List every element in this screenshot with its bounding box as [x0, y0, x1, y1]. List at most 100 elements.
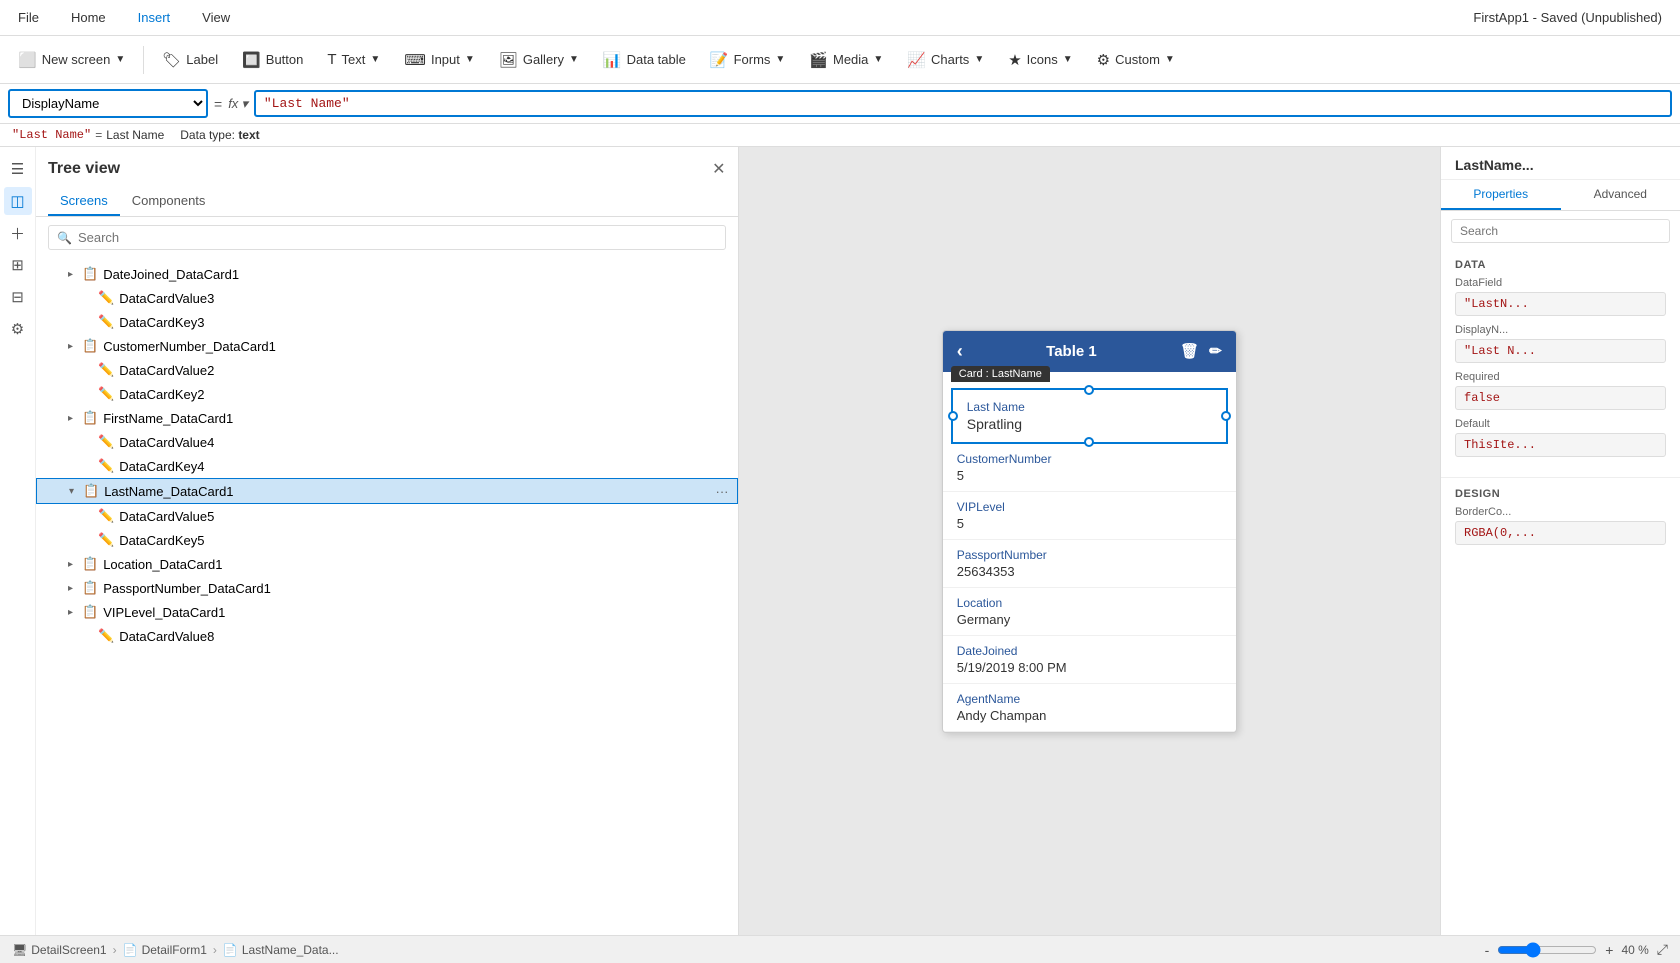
canvas-field-customernumber: CustomerNumber 5 — [943, 444, 1236, 492]
tree-item-datacardvalue4[interactable]: ✏️ DataCardValue4 — [36, 430, 738, 454]
tree-tab-screens[interactable]: Screens — [48, 187, 120, 216]
charts-icon: 📈 — [907, 51, 926, 69]
variables-icon[interactable]: ⊟ — [4, 283, 32, 311]
edit-icon[interactable]: ✏ — [1209, 342, 1222, 360]
canvas-area[interactable]: ‹ Table 1 🗑 ✏ Card : LastName Last Name … — [739, 147, 1441, 935]
breadcrumb-item-1[interactable]: 📄DetailForm1 — [123, 943, 207, 957]
selected-card[interactable]: Last Name Spratling — [951, 388, 1228, 444]
formula-fx-indicator: fx ▾ — [228, 96, 248, 112]
field-label: AgentName — [957, 692, 1222, 706]
tree-item-customernumber[interactable]: ▸ 📋 CustomerNumber_DataCard1 — [36, 334, 738, 358]
resize-handle-bottom[interactable] — [1084, 437, 1094, 447]
tree-item-datacardkey2[interactable]: ✏️ DataCardKey2 — [36, 382, 738, 406]
resize-handle-top[interactable] — [1084, 385, 1094, 395]
settings-icon[interactable]: ⚙ — [4, 315, 32, 343]
breadcrumb-label: DetailScreen1 — [31, 943, 106, 957]
toolbar-separator-1 — [143, 46, 144, 74]
gallery-button[interactable]: 🖼 Gallery ▼ — [489, 45, 589, 75]
resize-handle-right[interactable] — [1221, 411, 1231, 421]
card-wrapper: Card : LastName Last Name Spratling — [951, 388, 1228, 444]
tree-toggle[interactable]: ▸ — [68, 269, 82, 280]
data-table-button[interactable]: 📊 Data table — [593, 45, 696, 75]
tree-tabs: Screens Components — [36, 187, 738, 217]
canvas-field-viplevel: VIPLevel 5 — [943, 492, 1236, 540]
forms-dropdown-arrow: ▼ — [775, 54, 785, 65]
menu-file[interactable]: File — [12, 6, 45, 29]
menu-insert[interactable]: Insert — [132, 6, 177, 29]
tree-item-lastname[interactable]: ▾ 📋 LastName_DataCard1 ··· — [36, 478, 738, 504]
tree-item-datacardvalue5[interactable]: ✏️ DataCardValue5 — [36, 504, 738, 528]
tree-toggle[interactable]: ▸ — [68, 341, 82, 352]
label-button[interactable]: 🏷 Label — [152, 45, 228, 75]
breadcrumb-separator: › — [113, 943, 117, 957]
hint-code-item: "Last Name" = Last Name — [12, 128, 164, 142]
back-icon[interactable]: ‹ — [957, 341, 963, 362]
button-icon: 🔲 — [242, 51, 261, 69]
right-tab-advanced[interactable]: Advanced — [1561, 180, 1680, 210]
resize-handle-left[interactable] — [948, 411, 958, 421]
custom-button[interactable]: ⚙ Custom ▼ — [1087, 45, 1185, 75]
tree-item-passportnumber[interactable]: ▸ 📋 PassportNumber_DataCard1 — [36, 576, 738, 600]
tree-item-icon: ✏️ — [98, 290, 114, 306]
breadcrumb-label: LastName_Data... — [242, 943, 339, 957]
charts-button[interactable]: 📈 Charts ▼ — [897, 45, 994, 75]
text-button[interactable]: T Text ▼ — [317, 45, 390, 74]
tree-item-viplevel[interactable]: ▸ 📋 VIPLevel_DataCard1 — [36, 600, 738, 624]
right-panel-search-input[interactable] — [1451, 219, 1670, 243]
plus-icon[interactable]: ＋ — [4, 219, 32, 247]
tree-toggle[interactable]: ▾ — [69, 486, 83, 497]
tree-tab-components[interactable]: Components — [120, 187, 218, 216]
hint-code: "Last Name" — [12, 128, 91, 142]
new-screen-button[interactable]: ⬜ New screen ▼ — [8, 45, 135, 75]
layers-icon[interactable]: ◫ — [4, 187, 32, 215]
selected-field-value: Spratling — [967, 416, 1212, 432]
right-design-fields: BorderCo... RGBA(0,... — [1455, 506, 1666, 545]
tree-item-datacardvalue8[interactable]: ✏️ DataCardValue8 — [36, 624, 738, 648]
forms-button[interactable]: 📝 Forms ▼ — [700, 45, 795, 75]
right-field-displayn...: DisplayN... "Last N... — [1455, 324, 1666, 363]
breadcrumb-item-0[interactable]: 🖥DetailScreen1 — [12, 943, 107, 957]
fullscreen-button[interactable]: ⤢ — [1657, 941, 1668, 958]
zoom-in-button[interactable]: + — [1605, 942, 1613, 958]
tree-item-datacardkey5[interactable]: ✏️ DataCardKey5 — [36, 528, 738, 552]
property-selector[interactable]: DisplayName — [8, 89, 208, 118]
breadcrumb-item-2[interactable]: 📄LastName_Data... — [223, 943, 339, 957]
media-button[interactable]: 🎬 Media ▼ — [799, 45, 893, 75]
icons-button[interactable]: ★ Icons ▼ — [998, 45, 1082, 75]
tree-content: ▸ 📋 DateJoined_DataCard1 ✏️ DataCardValu… — [36, 258, 738, 935]
tree-search-container: 🔍 — [48, 225, 726, 250]
zoom-slider[interactable] — [1497, 942, 1597, 958]
tree-toggle[interactable]: ▸ — [68, 607, 82, 618]
tree-close-button[interactable]: ✕ — [712, 159, 725, 179]
canvas-fields: CustomerNumber 5 VIPLevel 5 PassportNumb… — [943, 444, 1236, 732]
menu-home[interactable]: Home — [65, 6, 112, 29]
zoom-out-button[interactable]: - — [1485, 942, 1490, 958]
tree-search-input[interactable] — [78, 230, 717, 245]
right-tab-properties[interactable]: Properties — [1441, 180, 1561, 210]
delete-icon[interactable]: 🗑 — [1180, 342, 1199, 360]
hint-eq: = — [95, 128, 102, 142]
tree-toggle[interactable]: ▸ — [68, 583, 82, 594]
tree-toggle[interactable]: ▸ — [68, 413, 82, 424]
tree-item-icon: ✏️ — [98, 628, 114, 644]
custom-dropdown-arrow: ▼ — [1165, 54, 1175, 65]
tree-item-datacardkey3[interactable]: ✏️ DataCardKey3 — [36, 310, 738, 334]
tree-item-icon: 📋 — [82, 410, 98, 426]
tree-toggle[interactable]: ▸ — [68, 559, 82, 570]
right-field-label: DisplayN... — [1455, 324, 1666, 336]
tree-item-firstname[interactable]: ▸ 📋 FirstName_DataCard1 — [36, 406, 738, 430]
tree-item-actions[interactable]: ··· — [716, 484, 729, 499]
tree-item-datacardvalue3[interactable]: ✏️ DataCardValue3 — [36, 286, 738, 310]
database-icon[interactable]: ⊞ — [4, 251, 32, 279]
hint-plain: Last Name — [106, 128, 164, 142]
tree-item-datacardvalue2[interactable]: ✏️ DataCardValue2 — [36, 358, 738, 382]
button-button[interactable]: 🔲 Button — [232, 45, 313, 75]
menu-view[interactable]: View — [196, 6, 236, 29]
formula-input[interactable] — [254, 90, 1672, 117]
tree-item-datacardkey4[interactable]: ✏️ DataCardKey4 — [36, 454, 738, 478]
tree-item-datejoined[interactable]: ▸ 📋 DateJoined_DataCard1 — [36, 262, 738, 286]
tree-item-location[interactable]: ▸ 📋 Location_DataCard1 — [36, 552, 738, 576]
menu-toggle-icon[interactable]: ☰ — [4, 155, 32, 183]
tree-item-icon: 📋 — [83, 483, 99, 499]
input-button[interactable]: ⌨ Input ▼ — [394, 45, 484, 75]
